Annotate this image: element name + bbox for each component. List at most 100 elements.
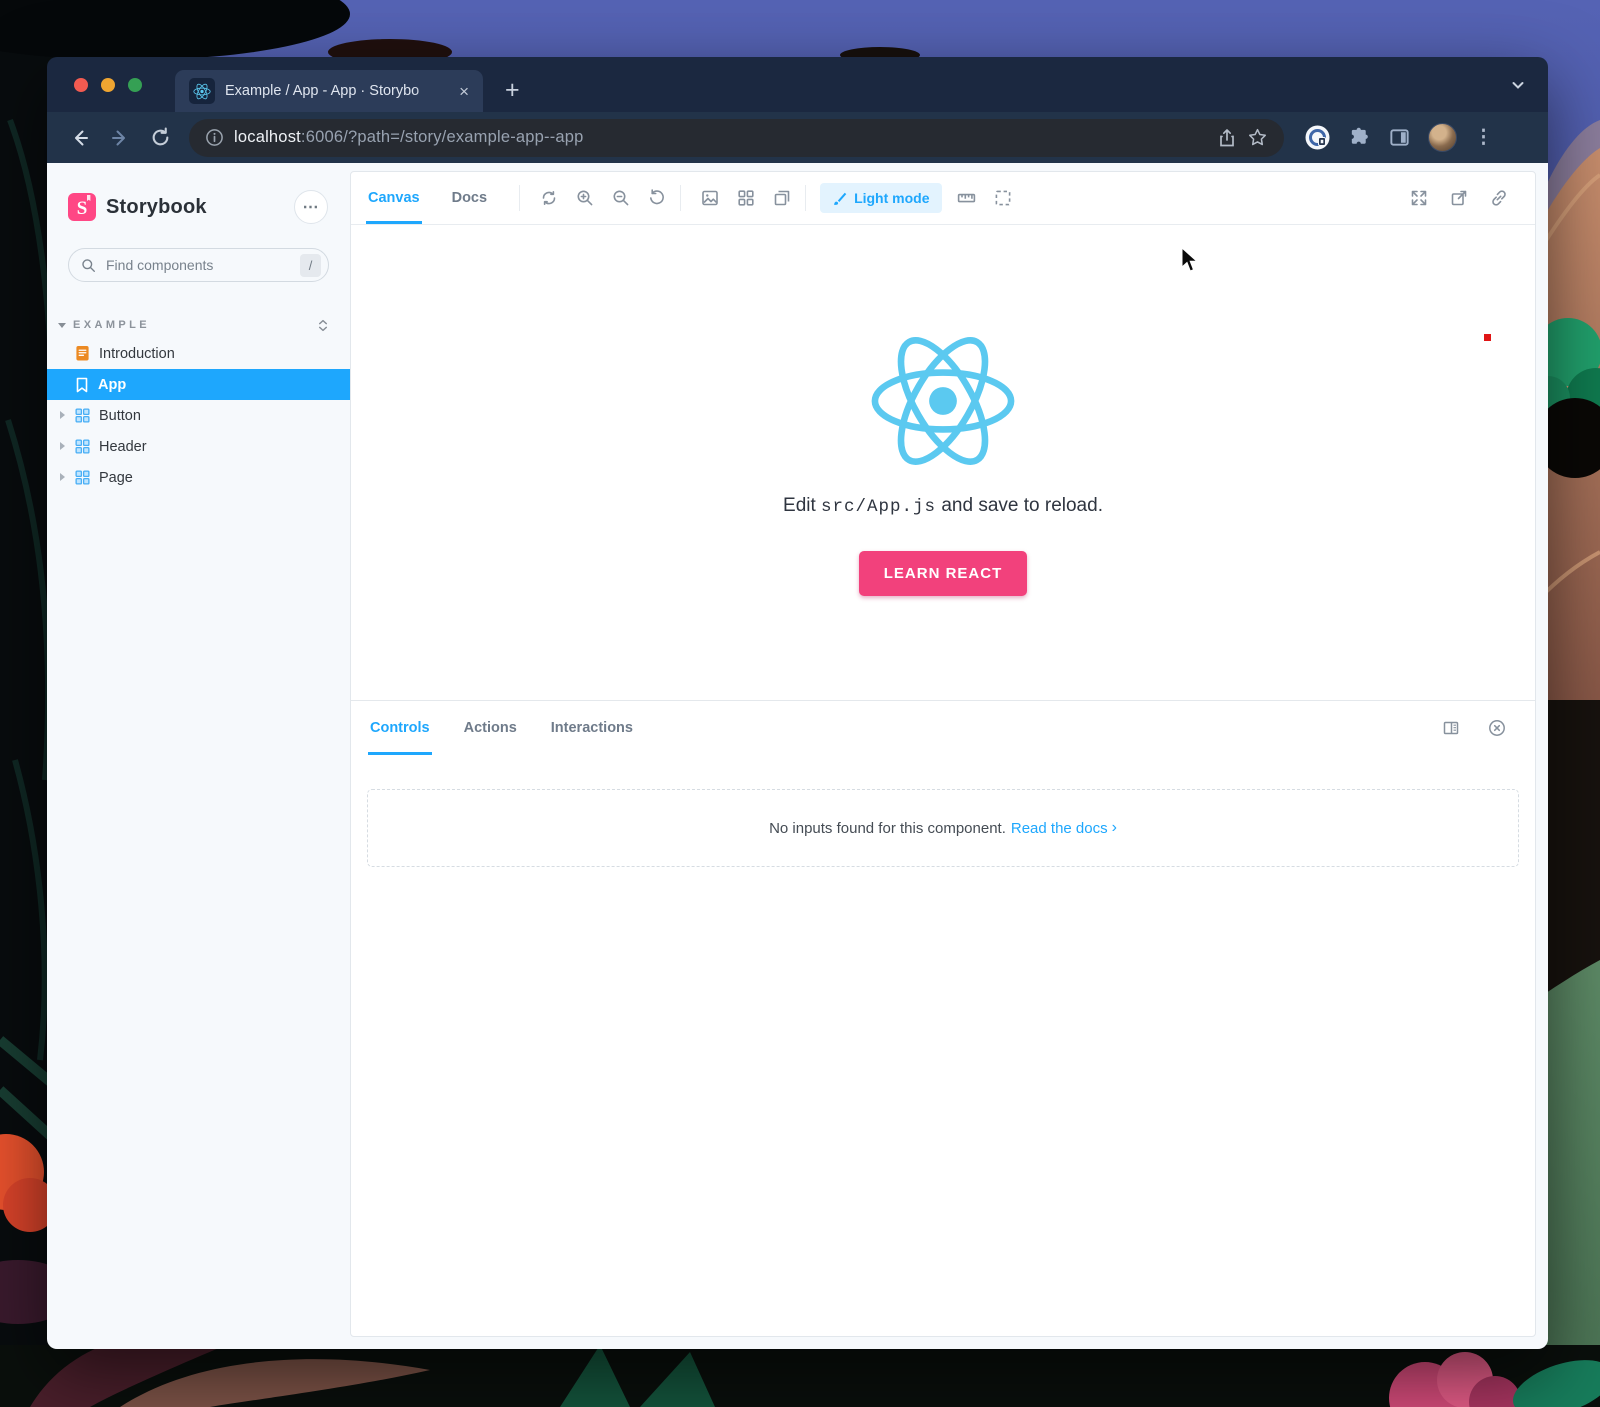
grid-button[interactable] (731, 183, 761, 213)
toolbar-divider (805, 185, 806, 211)
profile-avatar[interactable] (1428, 123, 1457, 152)
sidebar-item-label: Header (99, 439, 147, 455)
url-host: localhost (234, 128, 301, 146)
outline-button[interactable] (767, 183, 797, 213)
zoom-out-button[interactable] (606, 183, 636, 213)
search-shortcut-key: / (300, 254, 321, 277)
extensions-puzzle-icon[interactable] (1348, 126, 1371, 149)
measure-button[interactable] (952, 183, 982, 213)
section-label: EXAMPLE (73, 319, 150, 331)
browser-address-bar: localhost:6006/?path=/story/example-app-… (47, 112, 1548, 163)
addons-panel: Controls Actions Interactions No inputs … (351, 700, 1535, 1336)
mouse-cursor (1180, 247, 1202, 273)
fullscreen-button[interactable] (1404, 183, 1434, 213)
learn-react-button[interactable]: LEARN REACT (859, 551, 1027, 596)
sidebar-item-label: App (98, 377, 126, 393)
preview-panel: Canvas Docs Light mode (350, 171, 1536, 1337)
collapsed-caret-icon[interactable] (60, 442, 65, 450)
tab-controls[interactable]: Controls (368, 701, 432, 755)
url-path: :6006/?path=/story/example-app--app (301, 128, 584, 146)
open-new-tab-button[interactable] (1444, 183, 1474, 213)
bookmark-icon (75, 377, 89, 393)
tab-interactions[interactable]: Interactions (549, 701, 635, 755)
browser-extension-icons: ⋮ (1304, 123, 1493, 152)
sidebar-menu-button[interactable]: ⋯ (294, 190, 328, 224)
close-window-button[interactable] (74, 78, 88, 92)
site-info-icon[interactable] (205, 128, 224, 147)
story-canvas: Edit src/App.js and save to reload. LEAR… (351, 225, 1535, 700)
toolbar-divider (680, 185, 681, 211)
sidebar-item-page[interactable]: Page (47, 462, 350, 493)
component-icon (75, 470, 90, 485)
empty-message: No inputs found for this component. (769, 820, 1006, 837)
tab-actions[interactable]: Actions (462, 701, 519, 755)
sidebar-brand-row: S Storybook ⋯ (47, 190, 350, 224)
minimize-window-button[interactable] (101, 78, 115, 92)
code-path: src/App.js (821, 497, 936, 517)
document-icon (75, 345, 90, 362)
react-favicon-icon (189, 78, 215, 104)
controls-empty-state: No inputs found for this component. Read… (367, 789, 1519, 867)
component-icon (75, 439, 90, 454)
storybook-sidebar: S Storybook ⋯ / EXAMPLE Introduction (47, 163, 350, 1349)
tree-section-example[interactable]: EXAMPLE (47, 312, 350, 338)
tab-canvas[interactable]: Canvas (366, 172, 422, 224)
link-chevron-icon: › (1112, 819, 1117, 837)
tab-docs[interactable]: Docs (450, 172, 489, 224)
sidebar-item-header[interactable]: Header (47, 431, 350, 462)
sidebar-item-app[interactable]: App (47, 369, 350, 400)
new-tab-button[interactable]: + (505, 78, 520, 103)
collapsed-caret-icon[interactable] (60, 411, 65, 419)
browser-window: Example / App - App · Storybo × + localh… (47, 57, 1548, 1349)
theme-toggle-button[interactable]: Light mode (820, 183, 941, 213)
brand-title[interactable]: Storybook (106, 196, 207, 219)
forward-button[interactable] (103, 121, 137, 155)
collapsed-caret-icon[interactable] (60, 473, 65, 481)
addons-panel-controls (1436, 713, 1518, 743)
toolbar-divider (519, 185, 520, 211)
expand-collapse-icon[interactable] (316, 318, 330, 333)
reset-zoom-button[interactable] (642, 183, 672, 213)
addons-tab-bar: Controls Actions Interactions (351, 701, 1535, 755)
search-input[interactable] (104, 256, 292, 274)
close-panel-button[interactable] (1482, 713, 1512, 743)
bookmark-star-icon[interactable] (1247, 127, 1268, 148)
background-button[interactable] (695, 183, 725, 213)
section-expanded-caret-icon (58, 323, 66, 328)
copy-link-button[interactable] (1484, 183, 1514, 213)
theme-toggle-label: Light mode (854, 190, 929, 206)
tab-title: Example / App - App · Storybo (225, 83, 455, 99)
desktop: { "colors": { "accent_blue": "#1EA7FD", … (0, 0, 1600, 1407)
svg-text:S: S (77, 198, 88, 219)
window-controls[interactable] (74, 78, 142, 92)
main-area: Canvas Docs Light mode (350, 163, 1548, 1349)
canvas-toolbar: Canvas Docs Light mode (351, 172, 1535, 225)
search-box[interactable]: / (68, 248, 329, 282)
side-panel-icon[interactable] (1388, 126, 1411, 149)
sidebar-item-label: Introduction (99, 346, 175, 362)
password-manager-icon[interactable] (1304, 124, 1331, 151)
browser-tab[interactable]: Example / App - App · Storybo × (175, 70, 483, 112)
zoom-in-button[interactable] (570, 183, 600, 213)
toolbar-right-group (1404, 183, 1520, 213)
url-field[interactable]: localhost:6006/?path=/story/example-app-… (189, 119, 1284, 157)
reload-button[interactable] (143, 121, 177, 155)
edit-instruction: Edit src/App.js and save to reload. (783, 495, 1103, 517)
storybook-app: S Storybook ⋯ / EXAMPLE Introduction (47, 163, 1548, 1349)
paintbrush-icon (832, 191, 847, 206)
tab-close-button[interactable]: × (455, 81, 473, 102)
back-button[interactable] (63, 121, 97, 155)
remount-button[interactable] (534, 183, 564, 213)
panel-position-button[interactable] (1436, 713, 1466, 743)
react-logo-icon (867, 333, 1019, 469)
storybook-logo-icon: S (68, 193, 96, 221)
tab-search-chevron-icon[interactable] (1510, 77, 1526, 93)
outline-dashed-button[interactable] (988, 183, 1018, 213)
read-the-docs-link[interactable]: Read the docs (1011, 820, 1108, 837)
share-icon[interactable] (1217, 128, 1237, 148)
browser-menu-button[interactable]: ⋮ (1474, 128, 1493, 147)
url-text[interactable]: localhost:6006/?path=/story/example-app-… (234, 128, 1207, 147)
zoom-window-button[interactable] (128, 78, 142, 92)
sidebar-item-button[interactable]: Button (47, 400, 350, 431)
sidebar-item-introduction[interactable]: Introduction (47, 338, 350, 369)
